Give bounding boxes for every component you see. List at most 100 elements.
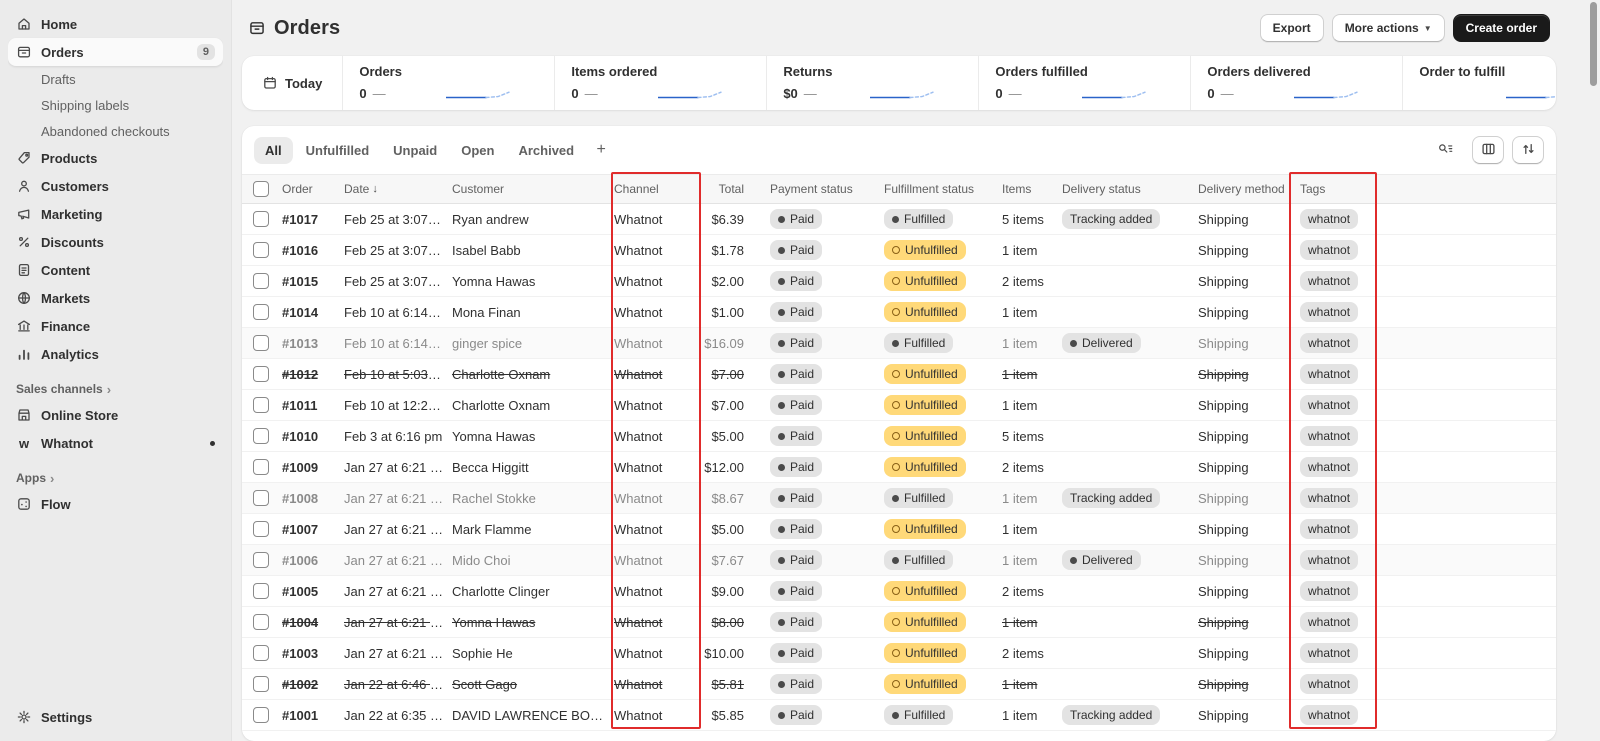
- order-row-1001[interactable]: #1001Jan 22 at 6:35 pmDAVID LAWRENCE BOY…: [242, 700, 1556, 731]
- metric-orders-fulfilled[interactable]: Orders fulfilled0—: [979, 56, 1191, 110]
- sidebar-item-home[interactable]: Home: [8, 10, 223, 38]
- metric-orders-delivered[interactable]: Orders delivered0—: [1191, 56, 1403, 110]
- tab-archived[interactable]: Archived: [507, 137, 585, 164]
- row-checkbox[interactable]: [253, 366, 269, 382]
- order-row-1002[interactable]: #1002Jan 22 at 6:46 pmScott GagoWhatnot$…: [242, 669, 1556, 700]
- tab-all[interactable]: All: [254, 137, 293, 164]
- row-checkbox[interactable]: [253, 490, 269, 506]
- row-checkbox[interactable]: [253, 335, 269, 351]
- column-header-label: Payment status: [770, 182, 853, 196]
- sidebar-item-flow[interactable]: Flow: [8, 490, 223, 518]
- add-view-button[interactable]: +: [587, 136, 615, 164]
- sidebar-item-analytics[interactable]: Analytics: [8, 340, 223, 368]
- channel: Whatnot: [614, 491, 700, 506]
- metric-label: Returns: [783, 64, 962, 79]
- order-total: $2.00: [700, 274, 770, 289]
- column-header-channel[interactable]: Channel: [614, 182, 700, 196]
- order-row-1007[interactable]: #1007Jan 27 at 6:21 pmMark FlammeWhatnot…: [242, 514, 1556, 545]
- row-checkbox[interactable]: [253, 242, 269, 258]
- order-row-1010[interactable]: #1010Feb 3 at 6:16 pmYomna HawasWhatnot$…: [242, 421, 1556, 452]
- row-checkbox[interactable]: [253, 211, 269, 227]
- column-header-delivery-status[interactable]: Delivery status: [1062, 182, 1198, 196]
- order-row-1012[interactable]: #1012Feb 10 at 5:03 pmCharlotte OxnamWha…: [242, 359, 1556, 390]
- column-header-order[interactable]: Order: [282, 182, 344, 196]
- sidebar-subitem-shipping-labels[interactable]: Shipping labels: [8, 92, 223, 118]
- sidebar-item-whatnot[interactable]: wWhatnot: [8, 429, 223, 457]
- column-header-fulfillment-status[interactable]: Fulfillment status: [884, 182, 1002, 196]
- payment-status-badge-label: Paid: [790, 615, 814, 629]
- column-header-delivery-method[interactable]: Delivery method: [1198, 182, 1300, 196]
- order-row-1003[interactable]: #1003Jan 27 at 6:21 pmSophie HeWhatnot$1…: [242, 638, 1556, 669]
- tab-unfulfilled[interactable]: Unfulfilled: [295, 137, 381, 164]
- order-row-1017[interactable]: #1017Feb 25 at 3:07 pmRyan andrewWhatnot…: [242, 204, 1556, 235]
- sidebar-item-settings[interactable]: Settings: [8, 703, 223, 731]
- sidebar-item-markets[interactable]: Markets: [8, 284, 223, 312]
- sidebar-item-marketing[interactable]: Marketing: [8, 200, 223, 228]
- row-checkbox[interactable]: [253, 397, 269, 413]
- order-number: #1012: [282, 367, 344, 382]
- order-row-1005[interactable]: #1005Jan 27 at 6:21 pmCharlotte ClingerW…: [242, 576, 1556, 607]
- column-header-total[interactable]: Total: [700, 182, 770, 196]
- date-range-picker[interactable]: Today: [242, 56, 343, 110]
- sidebar-subitem-drafts[interactable]: Drafts: [8, 66, 223, 92]
- order-row-1013[interactable]: #1013Feb 10 at 6:14 pmginger spiceWhatno…: [242, 328, 1556, 359]
- column-header-date[interactable]: Date↓: [344, 182, 452, 196]
- order-tag-label: whatnot: [1308, 491, 1350, 505]
- sidebar-item-online-store[interactable]: Online Store: [8, 401, 223, 429]
- tab-open[interactable]: Open: [450, 137, 505, 164]
- order-row-1009[interactable]: #1009Jan 27 at 6:21 pmBecca HiggittWhatn…: [242, 452, 1556, 483]
- order-row-1016[interactable]: #1016Feb 25 at 3:07 pmIsabel BabbWhatnot…: [242, 235, 1556, 266]
- row-checkbox[interactable]: [253, 459, 269, 475]
- column-header-tags[interactable]: Tags: [1300, 182, 1386, 196]
- sidebar-item-discounts[interactable]: Discounts: [8, 228, 223, 256]
- row-checkbox[interactable]: [253, 521, 269, 537]
- search-filter-button[interactable]: [1426, 136, 1464, 164]
- sidebar-section-sales-channels[interactable]: Sales channels›: [8, 368, 223, 401]
- row-checkbox[interactable]: [253, 707, 269, 723]
- metric-order-to-fulfill[interactable]: Order to fulfill: [1403, 56, 1556, 110]
- items-count: 1 item: [1002, 491, 1062, 506]
- order-total: $5.81: [700, 677, 770, 692]
- row-checkbox[interactable]: [253, 583, 269, 599]
- metric-orders[interactable]: Orders0—: [343, 56, 555, 110]
- order-date: Jan 27 at 6:21 pm: [344, 553, 452, 568]
- metric-items-ordered[interactable]: Items ordered0—: [555, 56, 767, 110]
- metric-returns[interactable]: Returns$0—: [767, 56, 979, 110]
- sidebar-item-orders[interactable]: Orders9: [8, 38, 223, 66]
- tab-unpaid[interactable]: Unpaid: [382, 137, 448, 164]
- sidebar-item-customers[interactable]: Customers: [8, 172, 223, 200]
- row-checkbox[interactable]: [253, 645, 269, 661]
- sidebar-item-finance[interactable]: Finance: [8, 312, 223, 340]
- create-order-button[interactable]: Create order: [1453, 14, 1550, 42]
- items-count: 1 item: [1002, 522, 1062, 537]
- order-row-1014[interactable]: #1014Feb 10 at 6:14 pmMona FinanWhatnot$…: [242, 297, 1556, 328]
- row-checkbox[interactable]: [253, 304, 269, 320]
- channel: Whatnot: [614, 708, 700, 723]
- column-header-payment-status[interactable]: Payment status: [770, 182, 884, 196]
- metric-label: Orders: [359, 64, 538, 79]
- sort-button[interactable]: [1512, 136, 1544, 164]
- row-checkbox[interactable]: [253, 552, 269, 568]
- row-checkbox[interactable]: [253, 676, 269, 692]
- columns-button[interactable]: [1472, 136, 1504, 164]
- select-all-checkbox[interactable]: [253, 181, 269, 197]
- order-row-1004[interactable]: #1004Jan 27 at 6:21 pmYomna HawasWhatnot…: [242, 607, 1556, 638]
- column-header-items[interactable]: Items: [1002, 182, 1062, 196]
- vertical-scrollbar[interactable]: [1590, 2, 1597, 86]
- sidebar-subitem-abandoned-checkouts[interactable]: Abandoned checkouts: [8, 118, 223, 144]
- sidebar-item-content[interactable]: Content: [8, 256, 223, 284]
- sidebar-section-apps[interactable]: Apps›: [8, 457, 223, 490]
- column-header-customer[interactable]: Customer: [452, 182, 614, 196]
- order-row-1008[interactable]: #1008Jan 27 at 6:21 pmRachel StokkeWhatn…: [242, 483, 1556, 514]
- export-button[interactable]: Export: [1260, 14, 1324, 42]
- order-row-1011[interactable]: #1011Feb 10 at 12:21 pmCharlotte OxnamWh…: [242, 390, 1556, 421]
- row-checkbox[interactable]: [253, 273, 269, 289]
- sidebar-item-products[interactable]: Products: [8, 144, 223, 172]
- more-actions-button[interactable]: More actions ▼: [1332, 14, 1445, 42]
- order-row-1015[interactable]: #1015Feb 25 at 3:07 pmYomna HawasWhatnot…: [242, 266, 1556, 297]
- order-row-1006[interactable]: #1006Jan 27 at 6:21 pmMido ChoiWhatnot$7…: [242, 545, 1556, 576]
- row-checkbox[interactable]: [253, 614, 269, 630]
- content-icon: [16, 262, 32, 278]
- row-checkbox[interactable]: [253, 428, 269, 444]
- column-header-label: Total: [719, 182, 744, 196]
